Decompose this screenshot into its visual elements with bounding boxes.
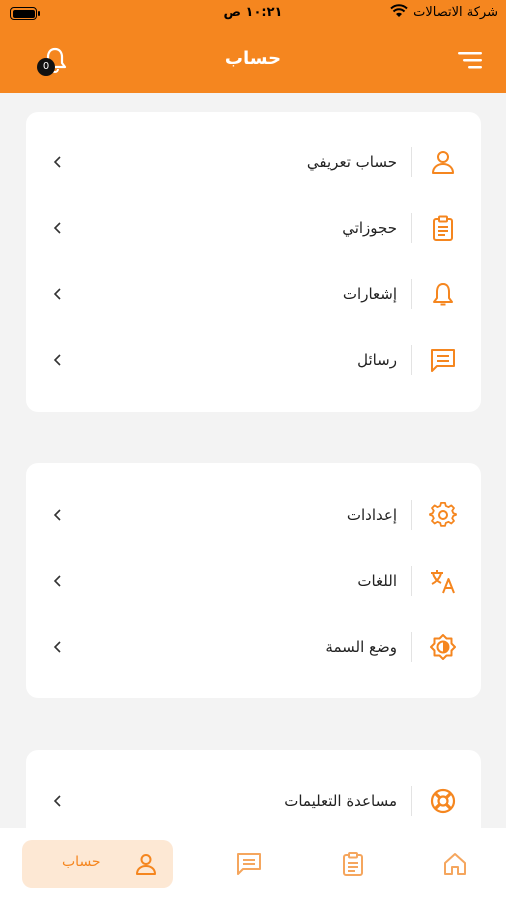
menu-icon[interactable] xyxy=(458,50,484,70)
bookings-icon xyxy=(343,852,363,876)
bottom-navigation: حساب xyxy=(0,828,506,900)
menu-item-profile[interactable]: حساب تعريفي xyxy=(26,129,481,195)
menu-item-languages[interactable]: اللغات xyxy=(26,548,481,614)
nav-tab-account[interactable]: حساب xyxy=(22,840,173,888)
chevron-left-icon xyxy=(53,641,61,653)
chevron-left-icon xyxy=(53,354,61,366)
message-icon xyxy=(431,349,455,372)
gear-icon xyxy=(429,502,457,527)
wifi-icon xyxy=(390,4,408,17)
status-bar: ١٠:٢١ ص شركة الاتصالات xyxy=(0,0,506,28)
menu-item-label: إعدادات xyxy=(346,506,397,524)
nav-tab-home[interactable] xyxy=(436,840,476,888)
menu-item-label: حساب تعريفي xyxy=(306,153,397,171)
menu-item-label: مساعدة التعليمات xyxy=(284,792,397,810)
carrier-name: شركة الاتصالات xyxy=(413,5,498,20)
menu-item-label: رسائل xyxy=(357,351,397,369)
nav-tab-label: حساب xyxy=(62,854,101,870)
nav-tab-bookings[interactable] xyxy=(334,840,374,888)
chevron-left-icon xyxy=(53,795,61,807)
menu-item-label: اللغات xyxy=(357,572,397,590)
menu-item-label: إشعارات xyxy=(342,285,397,303)
account-menu-card: حساب تعريفي حجوزاتي إشعارات رسائل xyxy=(26,112,481,412)
home-icon xyxy=(444,853,466,875)
chevron-left-icon xyxy=(53,222,61,234)
settings-menu-card: إعدادات اللغات وضع السمة xyxy=(26,463,481,698)
messages-icon xyxy=(237,853,261,875)
menu-item-my-bookings[interactable]: حجوزاتي xyxy=(26,195,481,261)
account-icon xyxy=(136,854,156,875)
menu-item-label: وضع السمة xyxy=(325,638,397,656)
bell-icon xyxy=(433,283,453,306)
chevron-left-icon xyxy=(53,575,61,587)
help-menu-card: مساعدة التعليمات xyxy=(26,750,481,828)
chevron-left-icon xyxy=(53,288,61,300)
menu-item-help[interactable]: مساعدة التعليمات xyxy=(26,768,481,834)
menu-item-messages[interactable]: رسائل xyxy=(26,327,481,393)
menu-item-settings[interactable]: إعدادات xyxy=(26,482,481,548)
menu-item-notifications[interactable]: إشعارات xyxy=(26,261,481,327)
battery-icon xyxy=(10,7,40,20)
translate-icon xyxy=(431,570,455,594)
menu-item-theme-mode[interactable]: وضع السمة xyxy=(26,614,481,680)
theme-mode-icon xyxy=(430,634,456,660)
menu-item-label: حجوزاتي xyxy=(342,219,397,237)
page-title: حساب xyxy=(224,48,282,69)
lifebuoy-icon xyxy=(430,788,456,814)
nav-tab-messages[interactable] xyxy=(230,840,270,888)
user-icon xyxy=(432,151,454,174)
notification-count-badge: 0 xyxy=(37,58,55,76)
chevron-left-icon xyxy=(53,509,61,521)
status-time: ١٠:٢١ ص xyxy=(223,5,283,20)
clipboard-icon xyxy=(433,215,453,241)
app-header: 0 حساب xyxy=(0,28,506,93)
chevron-left-icon xyxy=(53,156,61,168)
